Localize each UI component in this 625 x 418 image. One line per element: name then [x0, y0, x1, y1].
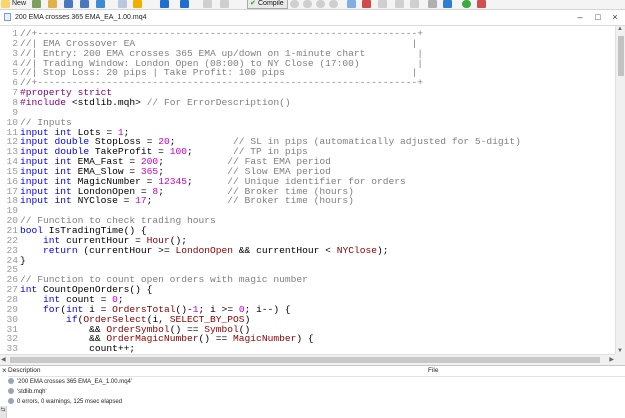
code-line[interactable]: 18 input int NYClose = 17; // Broker time…	[0, 195, 354, 206]
close-button[interactable]: ×	[609, 12, 621, 23]
message-row[interactable]: 0 errors, 0 warnings, 125 msec elapsed	[8, 397, 625, 407]
undo-icon[interactable]	[160, 0, 169, 8]
open-folder-icon[interactable]	[48, 0, 57, 8]
line-number: 33	[6, 343, 18, 354]
new-file-icon[interactable]	[1, 0, 10, 8]
mq4-file-icon	[4, 13, 11, 21]
new-button[interactable]: New	[12, 0, 26, 8]
code-editor[interactable]: 1//+------------------------------------…	[0, 26, 615, 354]
message-text: 0 errors, 0 warnings, 125 msec elapsed	[17, 399, 123, 405]
code-token: ; i--) {	[244, 303, 291, 315]
forward-icon[interactable]	[220, 0, 229, 8]
message-row[interactable]: 'stdlib.mqh'	[8, 387, 625, 397]
breakpoint-icon[interactable]	[362, 0, 371, 8]
compile-button[interactable]: ✔ Compile	[247, 0, 288, 9]
scroll-right-icon[interactable]: ▶	[609, 356, 614, 363]
code-token: && currentHour <	[233, 244, 337, 256]
code-token: <stdlib.mqh>	[71, 96, 147, 108]
code-token: MagicNumber	[233, 333, 297, 345]
style-icon[interactable]	[133, 0, 142, 8]
find-icon[interactable]	[410, 0, 419, 8]
toolbox-close-icon[interactable]: ×	[2, 366, 7, 375]
code-line[interactable]: 23 return (currentHour >= LondonOpen && …	[0, 245, 389, 256]
document-titlebar: 200 EMA crosses 365 EMA_EA_1.00.mq4 – □ …	[0, 10, 625, 26]
scroll-up-icon[interactable]: ▲	[617, 26, 623, 32]
column-file[interactable]: File	[428, 366, 438, 376]
main-toolbar: New ✔ Compile	[0, 0, 625, 10]
code-text: #include <stdlib.mqh> // For ErrorDescri…	[18, 97, 291, 108]
stop-icon[interactable]	[316, 0, 325, 8]
document-title: 200 EMA crosses 365 EMA_EA_1.00.mq4	[15, 14, 147, 21]
bookmark-icon[interactable]	[378, 0, 387, 8]
save-icon[interactable]	[64, 0, 73, 8]
code-token: return	[20, 244, 84, 256]
minimize-button[interactable]: –	[574, 12, 586, 23]
code-text: return (currentHour >= LondonOpen && cur…	[18, 245, 389, 256]
back-icon[interactable]	[203, 0, 212, 8]
code-token: count++;	[20, 343, 136, 354]
scroll-down-icon[interactable]: ▼	[617, 348, 623, 354]
message-text: '200 EMA crosses 365 EMA_EA_1.00.mq4'	[17, 379, 133, 385]
info-icon	[8, 398, 14, 405]
toolbox-side-tab[interactable]: ⇆	[0, 406, 7, 418]
code-token: // For ErrorDescription()	[146, 96, 291, 108]
scroll-left-icon[interactable]: ◀	[1, 356, 6, 363]
code-token: input int	[20, 195, 78, 207]
navigator-icon[interactable]	[32, 0, 41, 8]
code-token: #include	[20, 96, 72, 108]
message-text: 'stdlib.mqh'	[17, 389, 47, 395]
toolbox-toggle-icon[interactable]	[96, 0, 105, 8]
code-text: count++;	[18, 343, 135, 354]
message-row[interactable]: '200 EMA crosses 365 EMA_EA_1.00.mq4'	[8, 377, 625, 387]
code-token: LondonOpen	[175, 244, 234, 256]
toolbox-header: Description File	[8, 366, 625, 377]
code-token: // Broker time (hours)	[227, 195, 354, 207]
navigator-toggle-icon[interactable]	[118, 0, 127, 8]
watch-icon[interactable]	[395, 0, 404, 8]
community-icon[interactable]	[462, 0, 471, 8]
code-token: 17	[135, 195, 147, 207]
code-token: NYClose =	[77, 195, 136, 207]
code-token: (currentHour >=	[83, 244, 176, 256]
maximize-button[interactable]: □	[592, 12, 604, 23]
code-text: input int NYClose = 17; // Broker time (…	[18, 195, 354, 206]
column-description[interactable]: Description	[8, 367, 41, 374]
code-token: ;	[146, 195, 228, 207]
horizontal-scroll-thumb[interactable]	[10, 357, 600, 363]
market-icon[interactable]	[443, 0, 452, 8]
info-icon	[8, 378, 14, 385]
compile-label: Compile	[258, 0, 284, 7]
code-token: NYClose	[336, 244, 377, 256]
redo-icon[interactable]	[180, 0, 189, 8]
vertical-scroll-thumb[interactable]	[618, 36, 624, 76]
info-icon	[8, 388, 14, 395]
code-token: () ==	[198, 333, 234, 345]
vertical-scrollbar[interactable]: ▲ ▼	[615, 26, 625, 354]
step-icon[interactable]	[329, 0, 338, 8]
pause-icon[interactable]	[303, 0, 312, 8]
terminal-icon[interactable]	[428, 0, 437, 8]
horizontal-scrollbar[interactable]: ◀ ▶	[0, 354, 615, 365]
compile-check-icon: ✔	[250, 0, 256, 7]
signals-icon[interactable]	[477, 0, 486, 8]
start-debug-icon[interactable]	[290, 0, 299, 8]
code-line[interactable]: 8 #include <stdlib.mqh> // For ErrorDescr…	[0, 97, 291, 108]
code-token: }	[20, 254, 26, 266]
code-token: ) {	[296, 333, 314, 345]
code-line[interactable]: 33 count++;	[0, 343, 135, 354]
save-all-icon[interactable]	[80, 0, 89, 8]
code-token: );	[377, 244, 389, 256]
profile-icon[interactable]	[347, 0, 356, 8]
toolbox-panel: × Description File '200 EMA crosses 365 …	[0, 365, 625, 418]
